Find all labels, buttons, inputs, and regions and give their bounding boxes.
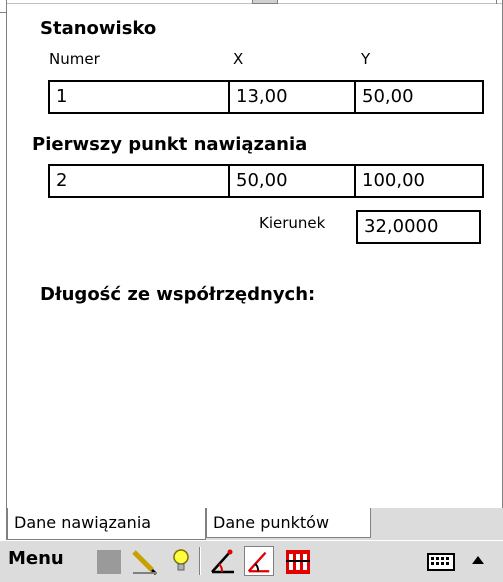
stanowisko-x-field[interactable]: 13,00 [228, 80, 356, 114]
angle-icon[interactable] [208, 546, 238, 576]
kierunek-field[interactable]: 32,0000 [356, 210, 481, 244]
dlugosc-heading: Długość ze współrzędnych: [40, 284, 316, 305]
form-panel: Stanowisko Numer X Y 1 13,00 50,00 Pierw… [7, 4, 502, 508]
calculator-icon[interactable] [283, 546, 313, 576]
tab-dane-punktow[interactable]: Dane punktów [206, 508, 371, 538]
pencil-icon[interactable] [130, 546, 160, 576]
arrow-up-icon[interactable] [468, 546, 488, 576]
left-tick [0, 12, 7, 13]
gray-square-icon[interactable] [94, 546, 124, 576]
angle-active-icon[interactable] [244, 546, 274, 576]
stanowisko-y-field[interactable]: 50,00 [354, 80, 484, 114]
lightbulb-icon[interactable] [166, 546, 196, 576]
punkt-numer-field[interactable]: 2 [48, 164, 230, 198]
stanowisko-numer-field[interactable]: 1 [48, 80, 230, 114]
x-column-label: X [233, 50, 244, 68]
toolbar-separator [199, 547, 201, 575]
punkt-y-field[interactable]: 100,00 [354, 164, 484, 198]
menu-button[interactable]: Menu [8, 548, 64, 569]
punkt-x-field[interactable]: 50,00 [228, 164, 356, 198]
kierunek-label: Kierunek [259, 214, 326, 232]
stanowisko-heading: Stanowisko [40, 18, 157, 39]
pierwszy-punkt-heading: Pierwszy punkt nawiązania [32, 134, 308, 155]
bottom-toolbar: Menu [0, 540, 503, 582]
y-column-label: Y [361, 50, 371, 68]
tab-dane-nawiazania[interactable]: Dane nawiązania [7, 508, 206, 540]
tab-strip: Dane nawiązania Dane punktów [7, 508, 503, 540]
keyboard-icon[interactable] [426, 546, 456, 576]
numer-column-label: Numer [49, 50, 100, 68]
